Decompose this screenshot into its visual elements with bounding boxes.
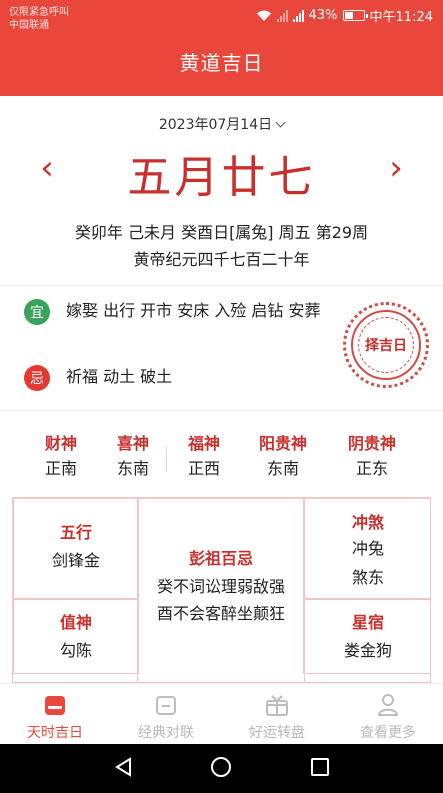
ji-text: 祈福 动土 破土 xyxy=(66,367,173,386)
god-direction: 东南 xyxy=(116,459,149,478)
god-yangguishen: 阳贵神 东南 xyxy=(247,432,319,482)
bottom-tab-bar: 天时吉日 经典对联 好运转盘 查看更多 xyxy=(0,683,443,744)
chongsha-line2: 煞东 xyxy=(351,568,384,587)
god-direction: 东南 xyxy=(266,459,299,478)
divider xyxy=(0,285,443,286)
god-title: 阳贵神 xyxy=(258,434,307,453)
zhishen-title: 值神 xyxy=(59,613,92,632)
tab-label: 天时吉日 xyxy=(27,725,83,741)
carrier-name: 中国联通 xyxy=(9,20,49,31)
gods-row: 财神 正南 喜神 东南 福神 正西 阳贵神 东南 阴贵神 正东 xyxy=(25,432,425,488)
pengzu-title: 彭祖百忌 xyxy=(188,549,253,568)
battery-percent: 43% xyxy=(308,8,338,23)
god-yinguishen: 阴贵神 正东 xyxy=(336,432,408,482)
yi-badge: 宜 xyxy=(24,299,50,325)
god-direction: 正东 xyxy=(355,459,388,478)
signal-icon xyxy=(276,9,288,22)
wuxing-value: 剑锋金 xyxy=(51,551,100,570)
god-title: 财神 xyxy=(44,434,77,453)
tab-lucky-wheel[interactable]: 好运转盘 xyxy=(227,692,327,742)
chongsha-cell: 冲煞 冲兔 煞东 xyxy=(303,498,430,600)
divider xyxy=(166,446,167,472)
ganzhi-info: 癸卯年 己未月 癸酉日[属兔] 周五 第29周 xyxy=(74,223,369,242)
recents-icon[interactable] xyxy=(309,756,331,782)
huangdi-era: 黄帝纪元四千七百二十年 xyxy=(133,250,310,269)
xingxiu-value: 娄金狗 xyxy=(343,641,392,660)
tab-calendar[interactable]: 天时吉日 xyxy=(5,692,105,742)
god-title: 喜神 xyxy=(116,434,149,453)
ji-badge: 忌 xyxy=(24,365,50,391)
tab-couplets[interactable]: 经典对联 xyxy=(116,692,216,742)
choose-auspicious-day-button[interactable]: 择吉日 xyxy=(343,302,429,388)
app-header: 黄道吉日 xyxy=(0,30,443,96)
yi-row: 宜 嫁娶 出行 开市 安床 入殓 启钻 安葬 xyxy=(24,298,338,325)
page-title: 黄道吉日 xyxy=(179,51,264,75)
pengzu-cell: 彭祖百忌 癸不词讼理弱敌强 酉不会客醉坐颠狂 xyxy=(137,498,305,682)
tab-label: 查看更多 xyxy=(360,725,416,741)
pengzu-line1: 癸不词讼理弱敌强 xyxy=(156,577,285,596)
scroll-icon xyxy=(116,692,216,718)
next-day-button[interactable]: › xyxy=(381,148,411,188)
battery-icon xyxy=(342,10,368,21)
zhishen-value: 勾陈 xyxy=(59,641,92,660)
wuxing-cell: 五行 剑锋金 xyxy=(13,498,139,600)
god-title: 阴贵神 xyxy=(347,434,396,453)
wifi-icon xyxy=(256,10,272,22)
god-xishen: 喜神 东南 xyxy=(97,432,169,482)
tab-label: 好运转盘 xyxy=(249,725,305,741)
system-nav-bar xyxy=(0,744,443,793)
god-caishen: 财神 正南 xyxy=(25,432,97,482)
home-icon[interactable] xyxy=(210,756,232,782)
user-icon xyxy=(338,692,438,718)
xingxiu-cell: 星宿 娄金狗 xyxy=(303,598,430,674)
god-direction: 正南 xyxy=(44,459,77,478)
back-icon[interactable] xyxy=(113,756,135,782)
wuxing-title: 五行 xyxy=(59,523,92,542)
pengzu-line2: 酉不会客醉坐颠狂 xyxy=(156,604,285,623)
xingxiu-title: 星宿 xyxy=(351,613,384,632)
god-fushen: 福神 正西 xyxy=(168,432,240,482)
clock: 中午11:24 xyxy=(369,10,433,25)
divider xyxy=(0,410,443,411)
calendar-icon xyxy=(5,692,105,718)
tab-label: 经典对联 xyxy=(138,725,194,741)
zhishen-cell: 值神 勾陈 xyxy=(13,598,139,674)
date-value: 2023年07月14日 xyxy=(158,117,273,133)
signal-4g-icon xyxy=(292,9,304,22)
status-bar: 仅限紧急呼叫 中国联通 43% 中午11:24 xyxy=(0,0,443,31)
chongsha-title: 冲煞 xyxy=(351,513,384,532)
chongsha-line1: 冲兔 xyxy=(351,539,384,558)
god-direction: 正西 xyxy=(187,459,220,478)
god-title: 福神 xyxy=(187,434,220,453)
seal-label: 择吉日 xyxy=(358,317,414,373)
ji-row: 忌 祈福 动土 破土 xyxy=(24,364,338,391)
lunar-date: 五月廿七 xyxy=(127,152,316,203)
chevron-down-icon xyxy=(275,117,286,128)
date-selector[interactable]: 2023年07月14日 xyxy=(0,114,443,134)
yi-text: 嫁娶 出行 开市 安床 入殓 启钻 安葬 xyxy=(66,301,321,320)
tab-more[interactable]: 查看更多 xyxy=(338,692,438,742)
gift-icon xyxy=(227,692,327,718)
almanac-grid: 五行 剑锋金 彭祖百忌 癸不词讼理弱敌强 酉不会客醉坐颠狂 冲煞 冲兔 煞东 值… xyxy=(12,497,431,683)
